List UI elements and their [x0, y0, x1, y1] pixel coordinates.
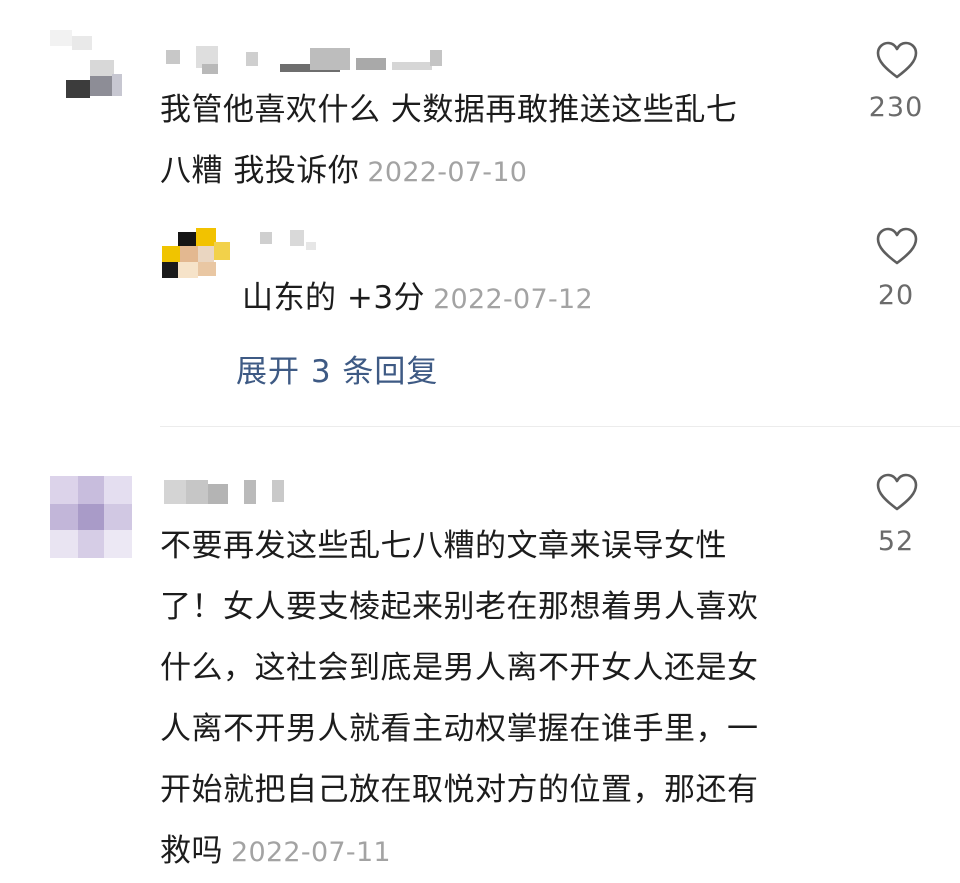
comment-text: 我管他喜欢什么 大数据再敢推送这些乱七 八糟 我投诉你 2022-07-10 [160, 80, 737, 203]
comment-text: 不要再发这些乱七八糟的文章来误导女性 了！女人要支棱起来别老在那想着男人喜欢 什… [160, 516, 759, 883]
heart-outline-icon[interactable] [875, 472, 919, 512]
heart-outline-icon[interactable] [875, 40, 919, 80]
reply-username-blurred[interactable] [260, 230, 320, 252]
comment-date: 2022-07-10 [367, 157, 528, 188]
avatar[interactable] [50, 30, 122, 105]
reply-text-content: 山东的 +3分 [242, 280, 426, 316]
comment-text-line: 了！女人要支棱起来别老在那想着男人喜欢 [160, 589, 759, 625]
heart-outline-icon[interactable] [875, 226, 919, 266]
reply-avatar[interactable] [162, 228, 232, 280]
reply-like-count: 20 [877, 280, 915, 311]
comment-text-line: 不要再发这些乱七八糟的文章来误导女性 [160, 528, 727, 564]
reply-text: 山东的 +3分 2022-07-12 [242, 268, 593, 330]
divider [160, 426, 960, 427]
comment-text-line: 人离不开男人就看主动权掌握在谁手里，一 [160, 711, 759, 747]
comment-text-line: 我管他喜欢什么 大数据再敢推送这些乱七 [160, 92, 738, 128]
expand-replies-link[interactable]: 展开 3 条回复 [236, 346, 438, 391]
comment-text-line: 救吗 [160, 833, 223, 869]
comment-text-line: 八糟 我投诉你 [160, 153, 360, 189]
comment-text-line: 什么，这社会到底是男人离不开女人还是女 [160, 650, 759, 686]
comment-date: 2022-07-11 [231, 837, 391, 868]
username-blurred[interactable] [160, 42, 450, 76]
like-count: 52 [877, 526, 915, 557]
reply-date: 2022-07-12 [433, 284, 593, 315]
like-count: 230 [868, 92, 924, 123]
comment-text-line: 开始就把自己放在取悦对方的位置，那还有 [160, 772, 759, 808]
avatar[interactable] [50, 476, 132, 558]
username-blurred[interactable] [160, 478, 300, 508]
